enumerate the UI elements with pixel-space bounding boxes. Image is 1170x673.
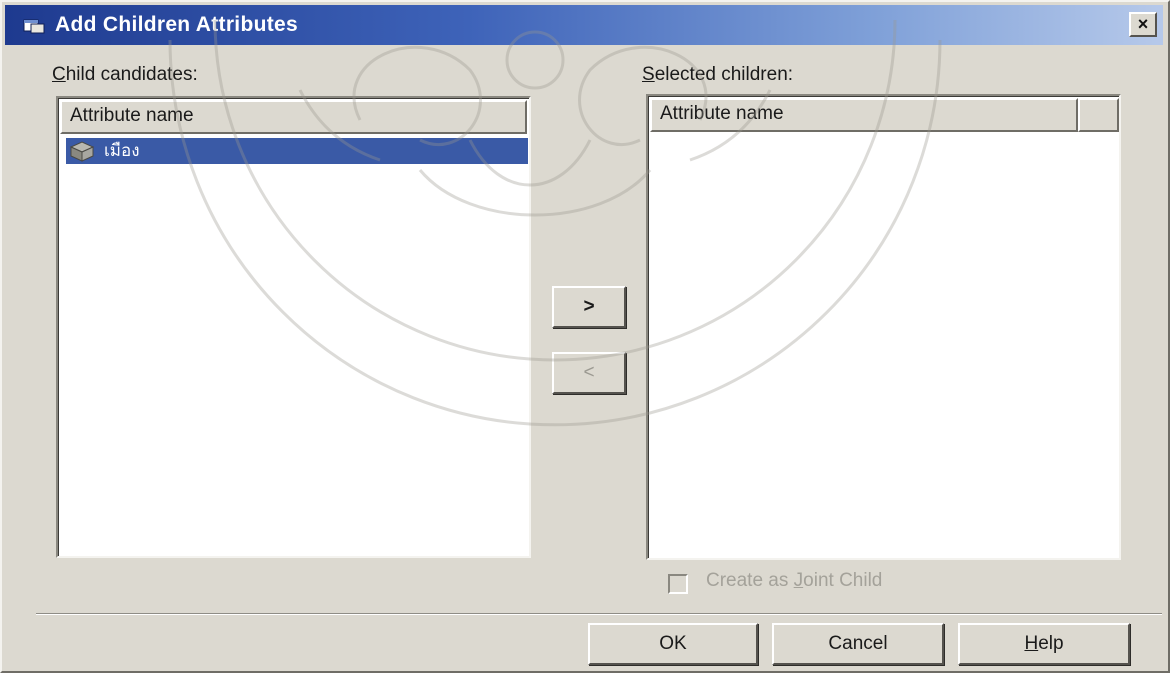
joint-child-label: Create as Joint Child — [706, 570, 883, 591]
remove-button-label: < — [583, 362, 595, 383]
title-bar[interactable]: Add Children Attributes × — [5, 5, 1163, 45]
remove-button[interactable]: < — [552, 352, 626, 394]
selected-children-label: Selected children: — [642, 64, 794, 85]
add-children-attributes-dialog: Add Children Attributes × Child candidat… — [0, 0, 1170, 673]
child-candidates-list[interactable]: Attribute name เมือง — [56, 96, 531, 558]
selected-column-header-label: Attribute name — [660, 103, 784, 124]
cancel-button-label: Cancel — [828, 633, 888, 654]
add-button[interactable]: > — [552, 286, 626, 328]
ok-button[interactable]: OK — [588, 623, 758, 665]
child-candidates-label: Child candidates: — [52, 64, 198, 85]
help-button[interactable]: Help — [958, 623, 1130, 665]
close-button[interactable]: × — [1129, 12, 1157, 37]
candidates-column-header-label: Attribute name — [70, 105, 194, 126]
joint-child-checkbox[interactable] — [668, 574, 688, 594]
ok-button-label: OK — [659, 633, 687, 654]
footer-separator — [36, 613, 1162, 615]
selected-column-header-filler — [1078, 98, 1119, 132]
selected-children-list[interactable]: Attribute name — [646, 94, 1121, 560]
list-item-label: เมือง — [104, 141, 140, 160]
cube-icon — [69, 141, 95, 162]
selected-column-header[interactable]: Attribute name — [650, 98, 1078, 132]
add-button-label: > — [583, 296, 595, 317]
close-icon: × — [1137, 14, 1149, 34]
window-icon — [23, 19, 45, 34]
help-button-label: Help — [1024, 633, 1064, 654]
dialog-title: Add Children Attributes — [55, 13, 298, 36]
candidates-column-header[interactable]: Attribute name — [60, 100, 527, 134]
cancel-button[interactable]: Cancel — [772, 623, 944, 665]
list-item[interactable]: เมือง — [66, 138, 528, 164]
